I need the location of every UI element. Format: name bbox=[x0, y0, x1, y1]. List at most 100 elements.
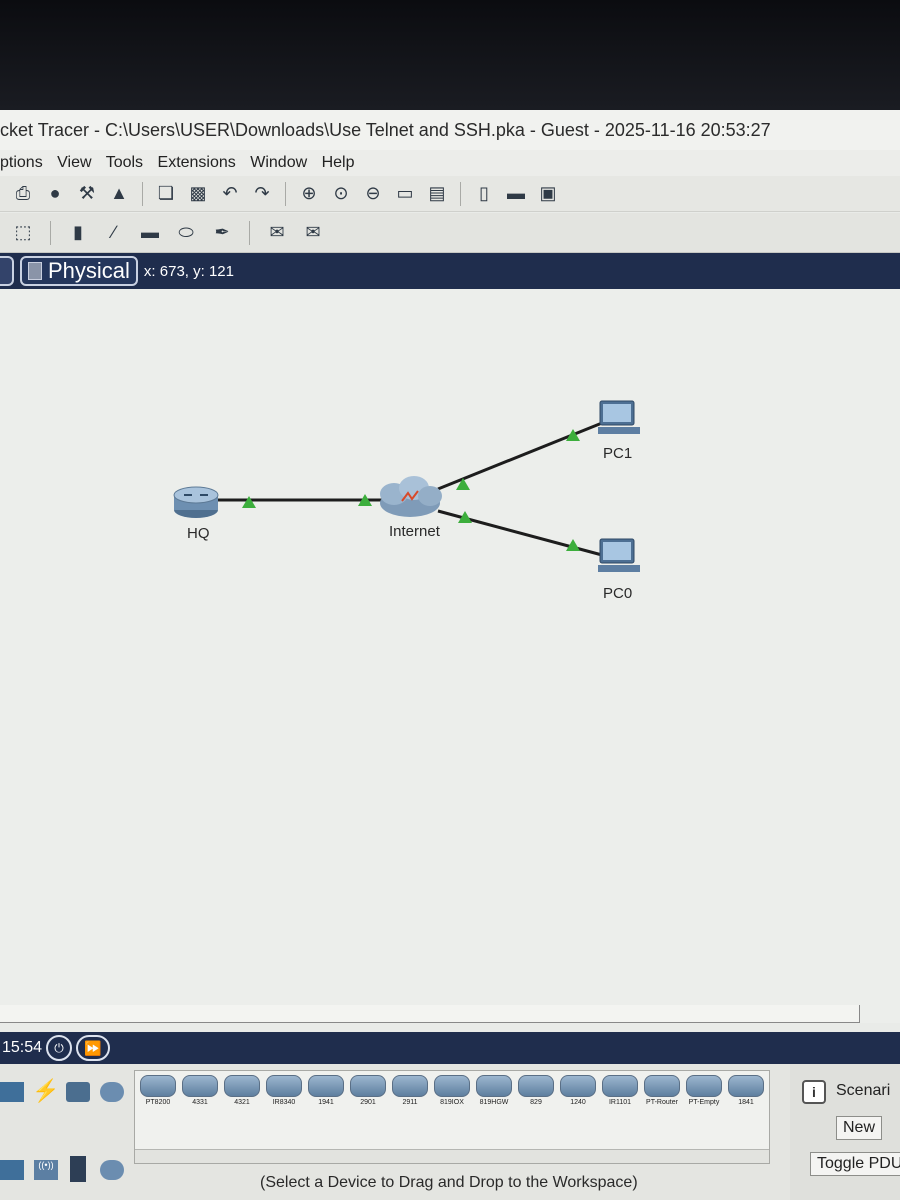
line-icon[interactable]: ∕ bbox=[101, 220, 127, 246]
device-label-internet[interactable]: Internet bbox=[389, 523, 440, 540]
device-list-scrollbar[interactable] bbox=[135, 1149, 769, 1163]
menu-extensions[interactable]: Extensions bbox=[158, 154, 236, 171]
scenario-panel: i Scenari New Toggle PDU bbox=[790, 1064, 900, 1200]
rectangle-icon[interactable]: ▬ bbox=[137, 220, 163, 246]
device-model-item[interactable]: 2901 bbox=[349, 1075, 387, 1111]
drawing-palette-icon[interactable]: ▭ bbox=[392, 181, 418, 207]
router-icon bbox=[350, 1075, 386, 1097]
complex-pdu-icon[interactable]: ✉ bbox=[300, 220, 326, 246]
fast-forward-time-button[interactable]: ⏩ bbox=[76, 1035, 111, 1061]
device-panel-hint: (Select a Device to Drag and Drop to the… bbox=[260, 1174, 638, 1191]
zoom-out-icon[interactable]: ⊖ bbox=[360, 181, 386, 207]
cloud-icon bbox=[380, 476, 442, 517]
pc-icon bbox=[598, 538, 640, 572]
logical-workspace[interactable]: HQ Internet PC1 PC0 bbox=[0, 289, 900, 1023]
physical-mode-button[interactable]: Physical bbox=[20, 256, 138, 286]
physical-icon bbox=[28, 262, 42, 280]
device-type-panel: ⚡ ((•)) PT8200 4331 4321 IR8340 1941 290… bbox=[0, 1064, 900, 1200]
zoom-reset-icon[interactable]: ⊙ bbox=[328, 181, 354, 207]
device-label-pc0[interactable]: PC0 bbox=[603, 585, 632, 602]
activity-wizard-icon[interactable]: ⚒ bbox=[74, 181, 100, 207]
router-icon bbox=[392, 1075, 428, 1097]
router-icon bbox=[518, 1075, 554, 1097]
menu-view[interactable]: View bbox=[57, 154, 91, 171]
physical-label: Physical bbox=[48, 258, 130, 283]
wan-emulation-subcategory-icon[interactable] bbox=[100, 1160, 124, 1180]
packet-tracer-window: cket Tracer - C:\Users\USER\Downloads\Us… bbox=[0, 110, 900, 1200]
cloud-category-icon[interactable] bbox=[100, 1082, 124, 1102]
router-icon bbox=[602, 1075, 638, 1097]
end-devices-category-icon[interactable] bbox=[66, 1082, 90, 1102]
background-image-icon[interactable]: ▣ bbox=[535, 181, 561, 207]
router-icon bbox=[182, 1075, 218, 1097]
ellipse-icon[interactable]: ⬭ bbox=[173, 220, 199, 246]
scenario-label[interactable]: Scenari bbox=[836, 1082, 890, 1100]
zoom-in-icon[interactable]: ⊕ bbox=[296, 181, 322, 207]
security-subcategory-icon[interactable] bbox=[70, 1156, 86, 1182]
network-devices-category-icon[interactable] bbox=[0, 1082, 24, 1102]
main-toolbar: ⎙ ● ⚒ ▲ ❏ ▩ ↶ ↷ ⊕ ⊙ ⊖ ▭ ▤ ▯ ▬ ▣ bbox=[0, 176, 900, 212]
device-model-item[interactable]: PT-Empty bbox=[685, 1075, 723, 1111]
monitor-bezel bbox=[0, 0, 900, 110]
copy-icon[interactable]: ❏ bbox=[153, 181, 179, 207]
device-model-item[interactable]: 2911 bbox=[391, 1075, 429, 1111]
device-model-item[interactable]: 1941 bbox=[307, 1075, 345, 1111]
time-bar: 15:54 ⏻ ⏩ bbox=[0, 1032, 900, 1064]
menu-window[interactable]: Window bbox=[250, 154, 307, 171]
paste-icon[interactable]: ▩ bbox=[185, 181, 211, 207]
device-model-item[interactable]: 4331 bbox=[181, 1075, 219, 1111]
router-icon bbox=[434, 1075, 470, 1097]
link-status-indicator bbox=[242, 496, 256, 508]
device-model-item[interactable]: 1240 bbox=[559, 1075, 597, 1111]
logical-tab-button[interactable] bbox=[0, 256, 14, 286]
select-icon[interactable]: ⬚ bbox=[10, 220, 36, 246]
device-model-item[interactable]: PT8200 bbox=[139, 1075, 177, 1111]
toolbar-separator bbox=[285, 181, 286, 206]
toggle-pdu-list-button[interactable]: Toggle PDU bbox=[810, 1152, 900, 1176]
custom-devices-dialog-icon[interactable]: ▤ bbox=[424, 181, 450, 207]
router-icon bbox=[308, 1075, 344, 1097]
note-icon[interactable]: ▮ bbox=[65, 220, 91, 246]
device-model-item[interactable]: 829 bbox=[517, 1075, 555, 1111]
device-model-item[interactable]: 4321 bbox=[223, 1075, 261, 1111]
menu-tools[interactable]: Tools bbox=[106, 154, 143, 171]
window-title: cket Tracer - C:\Users\USER\Downloads\Us… bbox=[0, 110, 900, 150]
device-model-item[interactable]: 1841 bbox=[727, 1075, 765, 1111]
toolbar-separator bbox=[142, 181, 143, 206]
menu-help[interactable]: Help bbox=[322, 154, 355, 171]
router-icon bbox=[266, 1075, 302, 1097]
power-cycle-devices-button[interactable]: ⏻ bbox=[46, 1035, 73, 1061]
device-label-pc1[interactable]: PC1 bbox=[603, 445, 632, 462]
info-icon[interactable]: ● bbox=[42, 181, 68, 207]
toolbar-separator bbox=[460, 181, 461, 206]
router-icon bbox=[644, 1075, 680, 1097]
cluster-icon[interactable]: ▬ bbox=[503, 181, 529, 207]
device-model-item[interactable]: PT-Router bbox=[643, 1075, 681, 1111]
device-model-item[interactable]: 819IOX bbox=[433, 1075, 471, 1111]
device-model-item[interactable]: 819HGW bbox=[475, 1075, 513, 1111]
redo-icon[interactable]: ↷ bbox=[249, 181, 275, 207]
toolbar-separator bbox=[249, 220, 250, 245]
new-scenario-button[interactable]: New bbox=[836, 1116, 883, 1140]
viewport-icon[interactable]: ▯ bbox=[471, 181, 497, 207]
device-model-item[interactable]: IR1101 bbox=[601, 1075, 639, 1111]
router-icon bbox=[476, 1075, 512, 1097]
simulation-time: 15:54 bbox=[2, 1039, 43, 1056]
device-model-item[interactable]: IR8340 bbox=[265, 1075, 303, 1111]
link-status-indicator bbox=[566, 429, 580, 441]
print-icon[interactable]: ⎙ bbox=[10, 181, 36, 207]
simple-pdu-icon[interactable]: ✉ bbox=[264, 220, 290, 246]
menu-bar: ptions View Tools Extensions Window Help bbox=[0, 150, 900, 176]
custom-device-icon[interactable]: ▲ bbox=[106, 181, 132, 207]
router-icon bbox=[560, 1075, 596, 1097]
freeform-icon[interactable]: ✒ bbox=[209, 220, 235, 246]
workspace-horizontal-scrollbar[interactable] bbox=[0, 1005, 860, 1023]
routers-subcategory-icon[interactable] bbox=[0, 1160, 24, 1180]
menu-options[interactable]: ptions bbox=[0, 154, 43, 171]
wireless-subcategory-icon[interactable]: ((•)) bbox=[34, 1160, 58, 1180]
info-icon[interactable]: i bbox=[802, 1080, 826, 1104]
router-icon bbox=[686, 1075, 722, 1097]
device-label-hq[interactable]: HQ bbox=[187, 525, 210, 542]
undo-icon[interactable]: ↶ bbox=[217, 181, 243, 207]
connections-category-icon[interactable]: ⚡ bbox=[32, 1078, 59, 1103]
